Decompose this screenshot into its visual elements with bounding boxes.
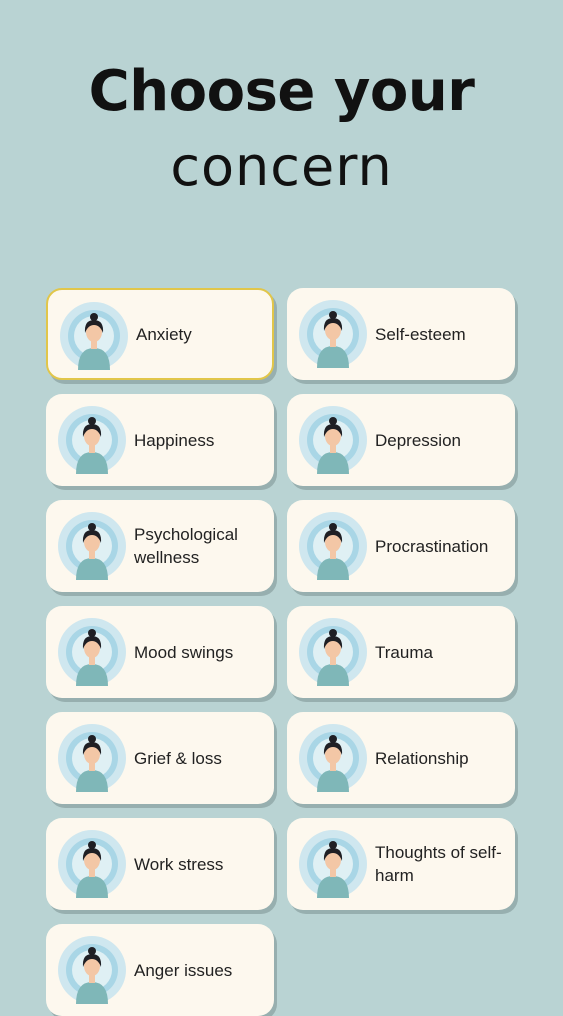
concern-card-self-esteem[interactable]: Self-esteem: [287, 288, 515, 380]
grief-loss-icon: [58, 724, 126, 792]
concern-card-psychological-wellness[interactable]: Psychological wellness: [46, 500, 274, 592]
concern-card-grief-loss[interactable]: Grief & loss: [46, 712, 274, 804]
concern-label: Procrastination: [375, 536, 489, 556]
work-stress-icon: [58, 830, 126, 898]
concern-card-mood-swings[interactable]: Mood swings: [46, 606, 274, 698]
concern-card-work-stress[interactable]: Work stress: [46, 818, 274, 910]
page-title-line-1: Choose your: [88, 59, 475, 124]
concern-card-anxiety[interactable]: Anxiety: [46, 288, 274, 380]
self-esteem-icon: [299, 300, 367, 368]
concern-label: Happiness: [134, 430, 215, 450]
relationship-icon: [299, 724, 367, 792]
mood-swings-icon: [58, 618, 126, 686]
concern-label: Relationship: [375, 748, 469, 768]
depression-icon: [299, 406, 367, 474]
concern-card-trauma[interactable]: Trauma: [287, 606, 515, 698]
concern-card-happiness[interactable]: Happiness: [46, 394, 274, 486]
anxiety-icon: [60, 302, 128, 370]
page-title-line-2: concern: [170, 135, 393, 198]
concern-label: Psychological wellness: [134, 525, 238, 567]
happiness-icon: [58, 406, 126, 474]
page-header: Choose your concern: [0, 58, 563, 202]
concern-label: Thoughts of self-harm: [375, 843, 502, 885]
concern-card-procrastination[interactable]: Procrastination: [287, 500, 515, 592]
anger-issues-icon: [58, 936, 126, 1004]
concern-card-depression[interactable]: Depression: [287, 394, 515, 486]
procrastination-icon: [299, 512, 367, 580]
concern-label: Anger issues: [134, 960, 233, 980]
concern-label: Self-esteem: [375, 324, 466, 344]
concern-label: Work stress: [134, 854, 224, 874]
concern-card-anger-issues[interactable]: Anger issues: [46, 924, 274, 1016]
concern-label: Grief & loss: [134, 748, 222, 768]
thoughts-of-self-harm-icon: [299, 830, 367, 898]
trauma-icon: [299, 618, 367, 686]
concern-label: Anxiety: [136, 324, 192, 344]
psychological-wellness-icon: [58, 512, 126, 580]
concern-card-relationship[interactable]: Relationship: [287, 712, 515, 804]
concern-label: Trauma: [375, 642, 433, 662]
concern-label: Depression: [375, 430, 461, 450]
concern-label: Mood swings: [134, 642, 234, 662]
concern-card-thoughts-of-self-harm[interactable]: Thoughts of self-harm: [287, 818, 515, 910]
